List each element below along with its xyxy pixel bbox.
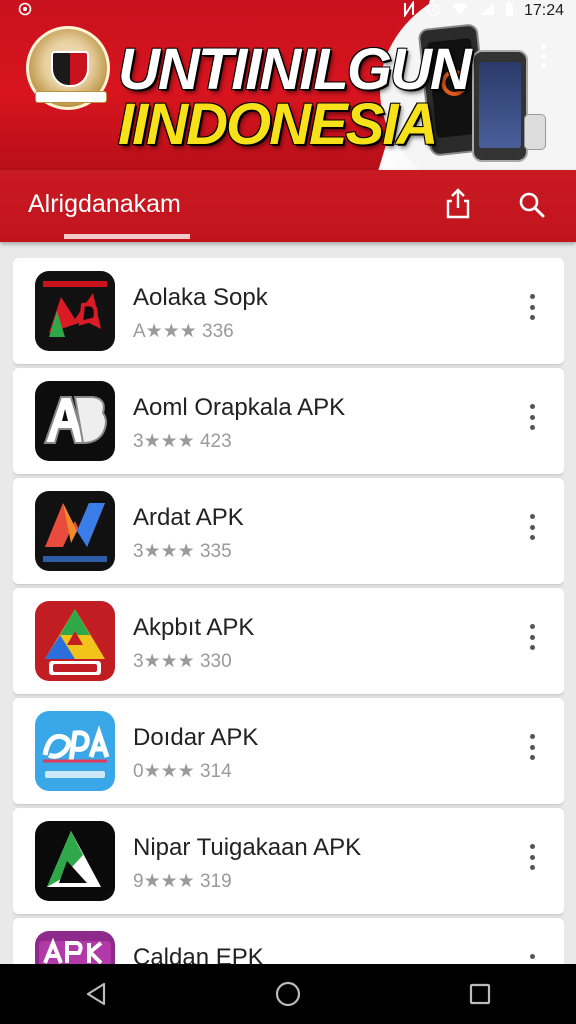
overflow-menu-icon[interactable] [528, 624, 536, 650]
app-icon-2 [35, 381, 115, 461]
banner-title-line1: UNTIINILGUN [118, 37, 472, 102]
notification-icon [18, 2, 32, 20]
app-icon-7 [35, 931, 115, 964]
app-name: Aoml Orapkala APK [133, 394, 346, 421]
app-icon-1 [35, 271, 115, 351]
tab-indicator [64, 234, 190, 239]
list-item[interactable]: Caldan EPK [13, 918, 564, 964]
overflow-menu-icon[interactable] [528, 954, 536, 964]
battery-icon [505, 1, 514, 21]
app-name: Doıdar APK [133, 724, 259, 751]
list-item[interactable]: Aolaka Sopk A★★★ 336 [13, 258, 564, 364]
recents-icon[interactable] [450, 964, 510, 1024]
app-name: Akpbıt APK [133, 614, 255, 641]
app-icon-6 [35, 821, 115, 901]
app-name: Aolaka Sopk [133, 284, 268, 311]
list-item[interactable]: Akpbıt APK 3★★★ 330 [13, 588, 564, 694]
app-name: Nipar Tuigakaan APK [133, 834, 362, 861]
app-bar-title[interactable]: Alrigdanakam [28, 190, 181, 219]
status-time: 17:24 [523, 2, 564, 19]
banner-title: UNTIINILGUN IINDONESIA [118, 37, 472, 158]
status-bar: 17:24 [0, 0, 576, 22]
list-item[interactable]: Ardat APK 3★★★ 335 [13, 478, 564, 584]
app-rating: 3★★★ 423 [133, 431, 232, 452]
app-list: Aolaka Sopk A★★★ 336 Aoml Orapkala APK 3… [13, 258, 564, 964]
banner-overflow-menu-icon[interactable] [540, 44, 546, 68]
signal-icon [479, 2, 495, 20]
app-name: Caldan EPK [133, 944, 264, 964]
nfc-icon [403, 0, 415, 21]
app-name: Ardat APK [133, 504, 244, 531]
overflow-menu-icon[interactable] [528, 734, 536, 760]
app-rating: 3★★★ 330 [133, 651, 232, 672]
app-icon-5 [35, 711, 115, 791]
app-rating: A★★★ 336 [133, 321, 234, 342]
back-icon[interactable] [66, 964, 126, 1024]
list-item[interactable]: Aoml Orapkala APK 3★★★ 423 [13, 368, 564, 474]
app-icon-4 [35, 601, 115, 681]
garuda-emblem-logo [26, 26, 110, 110]
wifi-icon [451, 2, 469, 20]
app-rating: 3★★★ 335 [133, 541, 232, 562]
navigation-bar [0, 964, 576, 1024]
overflow-menu-icon[interactable] [528, 294, 536, 320]
emblem-shield [51, 51, 89, 87]
alarm-icon [425, 1, 441, 21]
share-icon[interactable] [443, 186, 473, 222]
accessory-image [524, 114, 546, 150]
list-item[interactable]: Doıdar APK 0★★★ 314 [13, 698, 564, 804]
overflow-menu-icon[interactable] [528, 514, 536, 540]
overflow-menu-icon[interactable] [528, 844, 536, 870]
emblem-ribbon [35, 91, 107, 103]
overflow-menu-icon[interactable] [528, 404, 536, 430]
phone-front-image [472, 50, 528, 162]
app-icon-3 [35, 491, 115, 571]
home-icon[interactable] [258, 964, 318, 1024]
list-item[interactable]: Nipar Tuigakaan APK 9★★★ 319 [13, 808, 564, 914]
app-rating: 0★★★ 314 [133, 761, 232, 782]
app-rating: 9★★★ 319 [133, 871, 232, 892]
search-icon[interactable] [517, 186, 547, 222]
banner-title-line2: IINDONESIA [118, 92, 438, 158]
app-bar: Alrigdanakam [0, 170, 576, 242]
